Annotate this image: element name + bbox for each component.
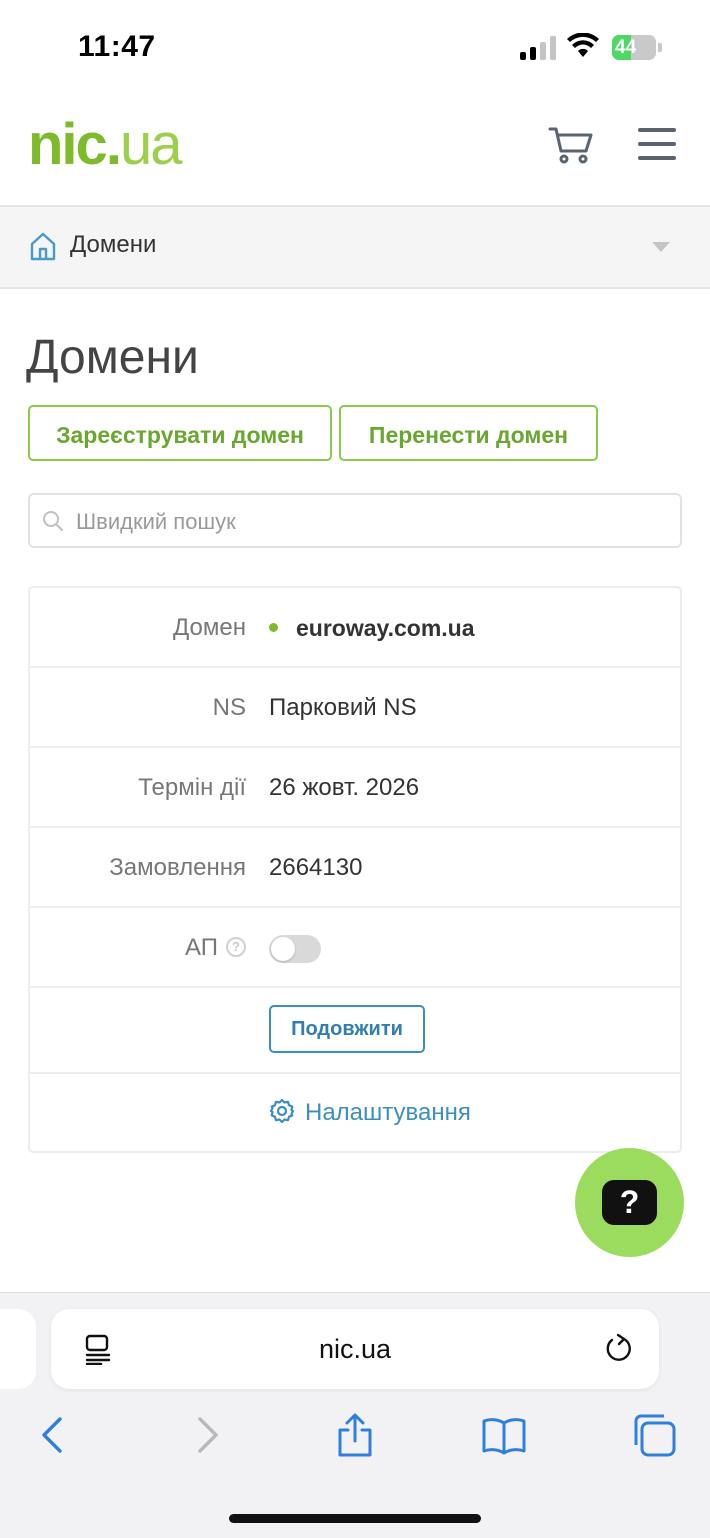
help-chat-button[interactable]: ? [575,1148,684,1257]
order-row: Замовлення 2664130 [30,828,680,908]
gear-icon [269,1098,295,1123]
cart-icon[interactable] [548,125,594,165]
share-icon[interactable] [331,1411,379,1459]
order-value: 2664130 [269,854,363,881]
search-icon [43,511,63,531]
cellular-signal-icon [520,36,556,60]
settings-link[interactable]: Налаштування [269,1074,471,1151]
battery-icon: 44 [612,35,656,60]
domain-value[interactable]: euroway.com.ua [269,588,475,669]
previous-tab-preview[interactable] [0,1309,36,1389]
quick-search [28,493,682,548]
site-header: nic.ua [0,95,710,207]
back-icon[interactable] [30,1411,78,1459]
battery-level: 44 [615,37,637,58]
autorenew-label-text: АП [185,934,218,961]
forward-icon[interactable] [182,1411,230,1459]
logo-part-ua: ua [119,112,182,177]
ns-label: NS [212,694,246,721]
domain-card: Домен euroway.com.ua NS Парковий NS Терм… [28,586,682,1153]
settings-row: Налаштування [30,1074,680,1151]
hamburger-menu-icon[interactable] [638,128,676,160]
ns-value: Парковий NS [269,694,417,721]
logo-part-nic: nic [28,112,108,177]
address-bar[interactable]: nic.ua [51,1309,659,1389]
question-bubble-icon: ? [602,1180,657,1225]
domain-row: Домен euroway.com.ua [30,588,680,668]
autorenew-row: АП? [30,908,680,988]
order-label: Замовлення [109,854,246,881]
toggle-knob [271,937,295,961]
register-domain-button[interactable]: Зареєструвати домен [28,405,332,461]
autorenew-label: АП? [185,908,246,988]
help-circle-icon[interactable]: ? [226,936,246,957]
browser-toolbar: nic.ua [0,1292,710,1538]
domain-label: Домен [173,614,246,641]
home-icon [30,232,56,261]
renew-button[interactable]: Подовжити [269,1005,425,1053]
chevron-down-icon[interactable] [652,242,670,252]
page-title: Домени [26,331,199,384]
renew-row: Подовжити [30,988,680,1074]
settings-link-label: Налаштування [305,1099,471,1126]
expiry-label: Термін дії [138,774,246,801]
nic-ua-logo[interactable]: nic.ua [28,112,182,177]
tabs-icon[interactable] [630,1411,678,1459]
transfer-domain-button[interactable]: Перенести домен [339,405,598,461]
domain-name[interactable]: euroway.com.ua [296,615,475,641]
status-bar: 11:47 44 [0,0,710,95]
home-indicator [229,1514,481,1523]
expiry-row: Термін дії 26 жовт. 2026 [30,748,680,828]
autorenew-toggle[interactable] [269,935,321,963]
status-dot-icon [269,623,278,633]
reload-icon[interactable] [603,1333,635,1365]
bookmarks-icon[interactable] [480,1411,528,1459]
breadcrumb[interactable]: Домени [0,207,710,289]
url-text[interactable]: nic.ua [51,1309,659,1389]
status-time: 11:47 [78,30,156,63]
search-input[interactable] [74,495,668,548]
wifi-icon [567,33,599,57]
battery-cap [658,43,662,52]
breadcrumb-label: Домени [70,231,157,258]
ns-row: NS Парковий NS [30,668,680,748]
logo-dot: . [105,112,122,177]
expiry-value: 26 жовт. 2026 [269,774,420,801]
